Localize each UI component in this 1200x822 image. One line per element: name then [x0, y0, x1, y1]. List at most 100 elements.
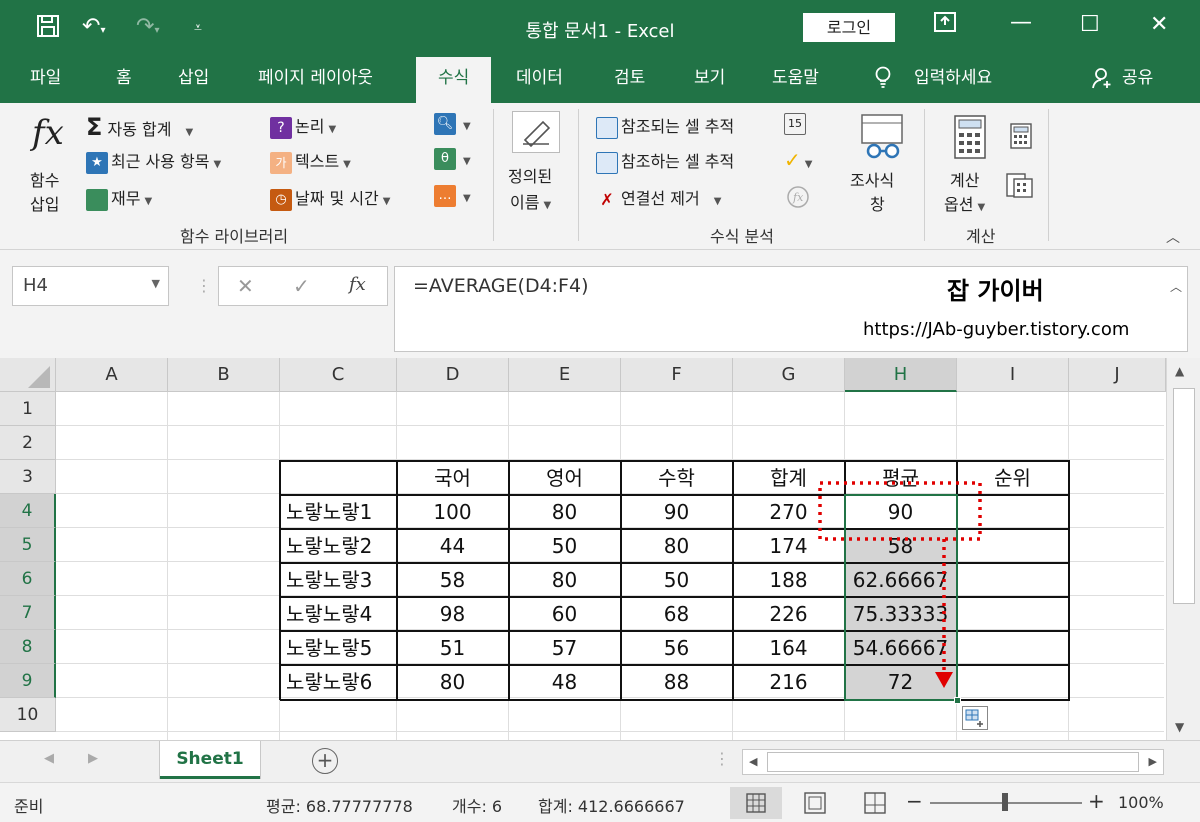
- normal-view-icon[interactable]: [730, 787, 782, 819]
- tab-home[interactable]: 홈: [116, 57, 132, 103]
- row-header-3[interactable]: 3: [0, 460, 56, 494]
- scroll-right-icon[interactable]: ▶: [1149, 755, 1157, 768]
- financial-button[interactable]: 재무 ▼: [86, 185, 152, 211]
- calculation-options-icon[interactable]: [954, 115, 986, 163]
- cell-total[interactable]: 188: [733, 563, 844, 597]
- tell-me-input[interactable]: 입력하세요: [914, 57, 992, 103]
- table-header-average[interactable]: 평균: [845, 461, 956, 495]
- show-formulas-icon[interactable]: 15: [784, 113, 809, 135]
- table-header-math[interactable]: 수학: [621, 461, 732, 495]
- minimize-icon[interactable]: —: [1010, 10, 1032, 35]
- zoom-slider-thumb[interactable]: [1002, 793, 1008, 811]
- cell-total[interactable]: 164: [733, 631, 844, 665]
- text-button[interactable]: 가 텍스트 ▼: [270, 148, 351, 174]
- calculation-options-label-2[interactable]: 옵션 ▼: [944, 191, 985, 215]
- cancel-icon[interactable]: ✕: [237, 274, 254, 298]
- table-header-korean[interactable]: 국어: [397, 461, 508, 495]
- more-functions-button[interactable]: … ▼: [434, 185, 471, 207]
- cell-english[interactable]: 48: [509, 665, 620, 699]
- scroll-down-icon[interactable]: ▼: [1175, 720, 1184, 734]
- fill-handle[interactable]: [954, 697, 961, 704]
- watch-window-label-2[interactable]: 창: [870, 191, 885, 215]
- cell-math[interactable]: 90: [621, 495, 732, 529]
- row-header-8[interactable]: 8: [0, 630, 56, 664]
- cell-math[interactable]: 56: [621, 631, 732, 665]
- formula-input[interactable]: =AVERAGE(D4:F4) 잡 가이버 https://JAb-guyber…: [394, 266, 1188, 352]
- cell-name[interactable]: 노랗노랗4: [280, 597, 396, 631]
- defined-names-label-2[interactable]: 이름 ▼: [510, 189, 551, 213]
- watch-window-label-1[interactable]: 조사식: [850, 167, 894, 191]
- row-header-10[interactable]: 10: [0, 698, 56, 732]
- cell-total[interactable]: 226: [733, 597, 844, 631]
- cell-korean[interactable]: 80: [397, 665, 508, 699]
- scroll-left-icon[interactable]: ◀: [749, 755, 757, 768]
- column-header-g[interactable]: G: [733, 358, 845, 392]
- tab-formulas[interactable]: 수식: [416, 57, 492, 103]
- horizontal-scroll-thumb[interactable]: [767, 752, 1139, 772]
- logical-button[interactable]: ? 논리 ▼: [270, 113, 336, 139]
- lightbulb-icon[interactable]: [874, 57, 892, 103]
- collapse-ribbon-icon[interactable]: ︿: [1166, 227, 1180, 247]
- scroll-up-icon[interactable]: ▲: [1175, 364, 1184, 378]
- horizontal-scrollbar[interactable]: ◀ ▶: [742, 749, 1164, 775]
- trace-dependents-button[interactable]: 참조하는 셀 추적: [596, 148, 734, 174]
- column-header-i[interactable]: I: [957, 358, 1069, 392]
- tab-page-layout[interactable]: 페이지 레이아웃: [258, 57, 373, 103]
- cell-name[interactable]: 노랗노랗6: [280, 665, 396, 699]
- cell-math[interactable]: 50: [621, 563, 732, 597]
- name-box[interactable]: H4 ▼: [12, 266, 169, 306]
- row-header-6[interactable]: 6: [0, 562, 56, 596]
- zoom-out-icon[interactable]: −: [906, 789, 923, 813]
- insert-function-icon[interactable]: fx: [32, 113, 64, 153]
- tab-review[interactable]: 검토: [614, 57, 645, 103]
- cell-korean[interactable]: 98: [397, 597, 508, 631]
- table-header-english[interactable]: 영어: [509, 461, 620, 495]
- lookup-reference-button[interactable]: 🔍︎ ▼: [434, 113, 471, 135]
- chevron-down-icon[interactable]: ▼: [152, 277, 160, 290]
- cell-english[interactable]: 80: [509, 495, 620, 529]
- defined-names-icon[interactable]: [512, 111, 560, 153]
- cell-name[interactable]: 노랗노랗5: [280, 631, 396, 665]
- share-icon[interactable]: [1092, 57, 1114, 103]
- insert-function-label-1[interactable]: 함수: [30, 167, 59, 191]
- cell-math[interactable]: 80: [621, 529, 732, 563]
- quick-analysis-icon[interactable]: [962, 706, 988, 730]
- tab-view[interactable]: 보기: [694, 57, 725, 103]
- calculate-sheet-icon[interactable]: [1006, 173, 1034, 203]
- datetime-button[interactable]: ◷ 날짜 및 시간 ▼: [270, 185, 390, 211]
- error-checking-icon[interactable]: ✓ ▼: [784, 148, 812, 172]
- expand-formula-bar-icon[interactable]: ︿: [1170, 278, 1182, 295]
- share-button[interactable]: 공유: [1122, 57, 1153, 103]
- column-header-d[interactable]: D: [397, 358, 509, 392]
- cell-total[interactable]: 216: [733, 665, 844, 699]
- trace-precedents-button[interactable]: 참조되는 셀 추적: [596, 113, 734, 139]
- defined-names-label-1[interactable]: 정의된: [508, 163, 552, 187]
- cell-total[interactable]: 270: [733, 495, 844, 529]
- column-header-e[interactable]: E: [509, 358, 621, 392]
- cell-english[interactable]: 50: [509, 529, 620, 563]
- zoom-in-icon[interactable]: +: [1088, 789, 1105, 813]
- vertical-scrollbar[interactable]: ▲ ▼: [1166, 358, 1200, 740]
- login-button[interactable]: 로그인: [803, 13, 895, 42]
- cell-korean[interactable]: 100: [397, 495, 508, 529]
- cell-english[interactable]: 57: [509, 631, 620, 665]
- page-break-view-icon[interactable]: [862, 791, 888, 819]
- close-icon[interactable]: ✕: [1150, 12, 1168, 37]
- row-header-7[interactable]: 7: [0, 596, 56, 630]
- autosum-button[interactable]: Σ 자동 합계 ▼: [86, 113, 193, 141]
- column-header-f[interactable]: F: [621, 358, 733, 392]
- math-trig-button[interactable]: θ ▼: [434, 148, 471, 170]
- cell-english[interactable]: 80: [509, 563, 620, 597]
- row-header-4[interactable]: 4: [0, 494, 56, 528]
- tab-insert[interactable]: 삽입: [178, 57, 209, 103]
- row-header-5[interactable]: 5: [0, 528, 56, 562]
- row-header-2[interactable]: 2: [0, 426, 56, 460]
- calculation-options-label-1[interactable]: 계산: [950, 167, 979, 191]
- cell-name[interactable]: 노랗노랗2: [280, 529, 396, 563]
- cell-math[interactable]: 68: [621, 597, 732, 631]
- ribbon-display-icon[interactable]: [934, 12, 956, 38]
- cell-total[interactable]: 174: [733, 529, 844, 563]
- remove-arrows-button[interactable]: ✗ 연결선 제거 ▼: [596, 185, 721, 211]
- sheet-tab-sheet1[interactable]: Sheet1: [160, 741, 260, 779]
- row-header-9[interactable]: 9: [0, 664, 56, 698]
